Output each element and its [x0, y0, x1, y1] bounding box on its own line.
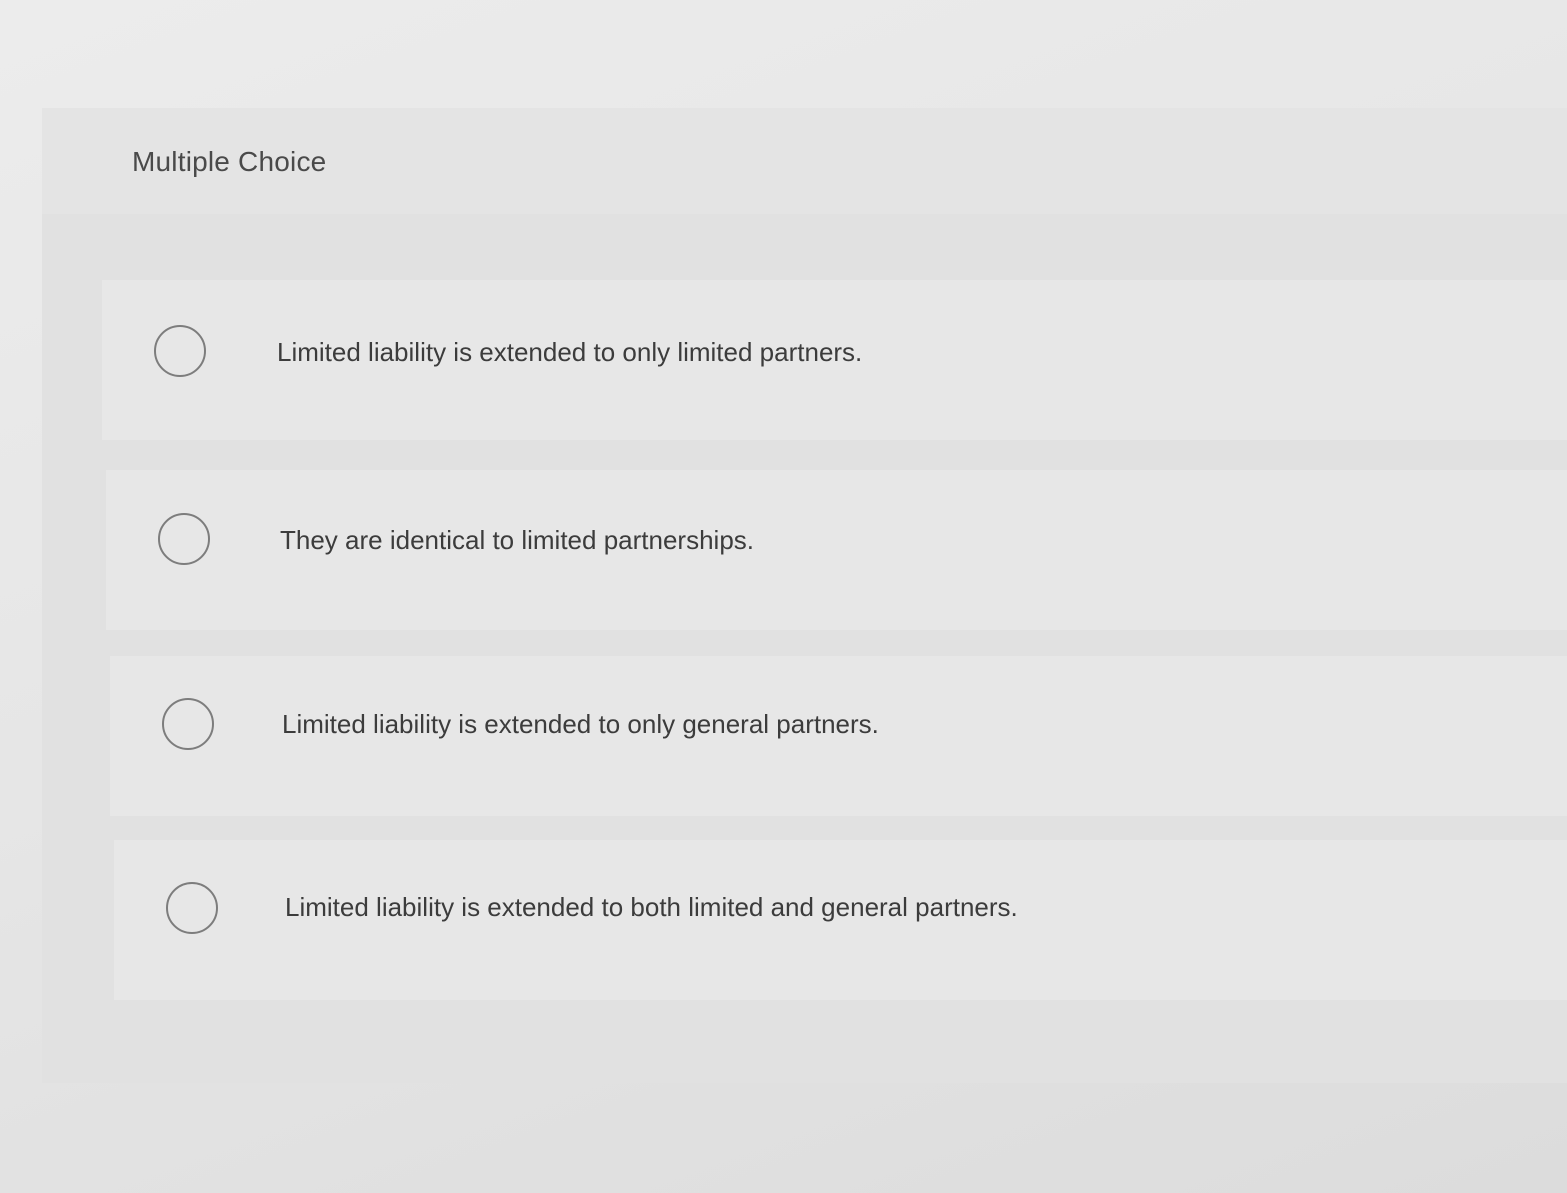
- choice-option-3[interactable]: Limited liability is extended to only ge…: [110, 656, 1567, 816]
- choice-option-4[interactable]: Limited liability is extended to both li…: [114, 840, 1567, 1000]
- question-panel: Multiple Choice Limited liability is ext…: [42, 108, 1567, 1083]
- radio-button-icon[interactable]: [162, 698, 214, 750]
- radio-button-icon[interactable]: [166, 882, 218, 934]
- choice-option-2[interactable]: They are identical to limited partnershi…: [106, 470, 1567, 630]
- radio-button-icon[interactable]: [158, 513, 210, 565]
- choice-label: Limited liability is extended to only ge…: [282, 709, 879, 739]
- question-type-label: Multiple Choice: [132, 146, 327, 177]
- radio-button-icon[interactable]: [154, 325, 206, 377]
- choice-label: They are identical to limited partnershi…: [280, 525, 755, 555]
- choice-option-1[interactable]: Limited liability is extended to only li…: [102, 280, 1567, 440]
- question-header: Multiple Choice: [42, 108, 1567, 214]
- choice-label: Limited liability is extended to both li…: [285, 892, 1018, 922]
- choice-label: Limited liability is extended to only li…: [277, 337, 863, 367]
